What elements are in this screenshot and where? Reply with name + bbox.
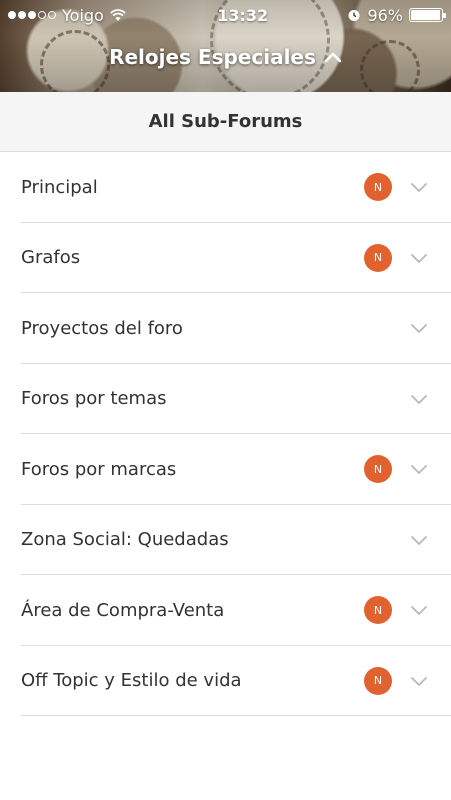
subforum-row[interactable]: Área de Compra-Venta N — [0, 575, 451, 646]
battery-group: 96% — [347, 5, 446, 25]
signal-icon — [8, 11, 56, 19]
all-subforums-bar: All Sub-Forums — [0, 92, 451, 152]
forum-title-toggle[interactable]: Relojes Especiales — [0, 45, 451, 69]
chevron-down-icon[interactable] — [410, 323, 428, 334]
chevron-down-icon[interactable] — [410, 394, 428, 405]
new-badge: N — [364, 666, 392, 695]
subforum-row[interactable]: Off Topic y Estilo de vida N — [0, 646, 451, 717]
chevron-down-icon[interactable] — [410, 253, 428, 264]
status-bar: Yoigo 13:32 96% — [0, 0, 451, 30]
wifi-icon — [110, 9, 126, 21]
battery-percent: 96% — [367, 5, 403, 25]
subforum-row[interactable]: Zona Social: Quedadas — [0, 505, 451, 576]
subforum-row[interactable]: Proyectos del foro — [0, 293, 451, 364]
forum-title: Relojes Especiales — [109, 45, 316, 69]
carrier-name: Yoigo — [62, 5, 104, 25]
chevron-down-icon[interactable] — [410, 605, 428, 616]
chevron-up-icon — [324, 52, 342, 63]
chevron-down-icon[interactable] — [410, 464, 428, 475]
status-time: 13:32 — [217, 5, 269, 25]
carrier-group: Yoigo — [8, 6, 178, 25]
subforum-row[interactable]: Principal N — [0, 152, 451, 223]
chevron-down-icon[interactable] — [410, 182, 428, 193]
all-subforums-label: All Sub-Forums — [148, 111, 303, 132]
battery-icon — [409, 8, 446, 22]
subforum-label: Proyectos del foro — [21, 317, 183, 339]
subforum-row[interactable]: Grafos N — [0, 223, 451, 294]
subforum-row[interactable]: Foros por temas — [0, 364, 451, 435]
subforum-label: Zona Social: Quedadas — [21, 529, 229, 551]
chevron-down-icon[interactable] — [410, 535, 428, 546]
chevron-down-icon[interactable] — [410, 676, 428, 687]
alarm-clock-icon — [348, 10, 360, 21]
subforum-row[interactable]: Foros por marcas N — [0, 434, 451, 505]
subforum-label: Foros por temas — [21, 388, 167, 410]
subforum-list: Principal N Grafos N Proyectos del foro Foros… — [0, 152, 451, 716]
new-badge: N — [364, 243, 392, 272]
